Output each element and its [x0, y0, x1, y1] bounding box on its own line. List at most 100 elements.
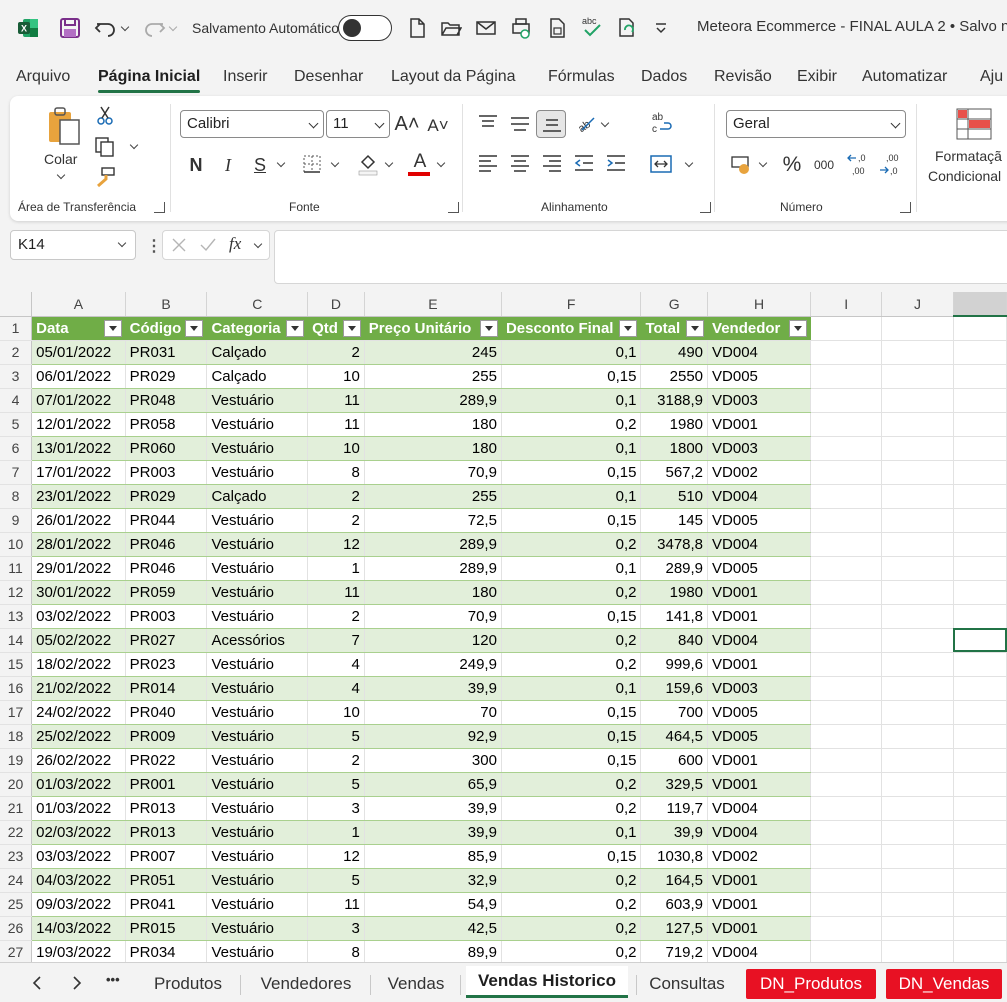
- row-header[interactable]: 3: [0, 364, 33, 389]
- underline-icon[interactable]: S: [248, 152, 272, 178]
- undo-icon[interactable]: [94, 16, 118, 40]
- table-cell[interactable]: 0,1: [501, 820, 642, 845]
- table-cell[interactable]: 127,5: [640, 916, 709, 941]
- table-cell[interactable]: 840: [640, 628, 709, 653]
- row-header[interactable]: 24: [0, 868, 33, 893]
- table-cell[interactable]: 0,2: [501, 412, 642, 437]
- row-header[interactable]: 1: [0, 316, 33, 341]
- refresh-all-icon[interactable]: [616, 16, 640, 40]
- table-cell[interactable]: PR029: [125, 364, 208, 389]
- fx-dropdown-icon[interactable]: [253, 239, 263, 249]
- table-cell[interactable]: 10: [307, 436, 365, 461]
- empty-cell[interactable]: [881, 484, 954, 509]
- row-header[interactable]: 17: [0, 700, 33, 725]
- table-cell[interactable]: VD005: [707, 700, 812, 725]
- empty-cell[interactable]: [810, 412, 883, 437]
- tab-formulas[interactable]: Fórmulas: [548, 68, 615, 86]
- table-cell[interactable]: 0,2: [501, 628, 642, 653]
- fill-color-dropdown-icon[interactable]: [384, 158, 394, 168]
- empty-cell[interactable]: [881, 676, 954, 701]
- table-cell[interactable]: PR029: [125, 484, 208, 509]
- table-cell[interactable]: 0,2: [501, 580, 642, 605]
- table-cell[interactable]: 510: [640, 484, 709, 509]
- table-cell[interactable]: PR058: [125, 412, 208, 437]
- empty-cell[interactable]: [881, 652, 954, 677]
- table-cell[interactable]: 120: [364, 628, 502, 653]
- increase-font-size-icon[interactable]: A˄: [394, 110, 420, 138]
- table-cell[interactable]: Calçado: [206, 484, 309, 509]
- table-cell[interactable]: Vestuário: [206, 652, 309, 677]
- empty-cell[interactable]: [953, 772, 1007, 797]
- table-cell[interactable]: PR007: [125, 844, 208, 869]
- table-cell[interactable]: VD002: [707, 844, 812, 869]
- table-cell[interactable]: 05/01/2022: [31, 340, 126, 365]
- table-cell[interactable]: 2: [307, 604, 365, 629]
- table-cell[interactable]: 289,9: [364, 556, 502, 581]
- table-cell[interactable]: 180: [364, 412, 502, 437]
- column-header-h[interactable]: H: [707, 292, 812, 317]
- decrease-decimal-icon[interactable]: ,00,0: [878, 150, 904, 178]
- table-cell[interactable]: VD003: [707, 676, 812, 701]
- number-format-dropdown[interactable]: Geral: [726, 110, 906, 138]
- tab-desenhar[interactable]: Desenhar: [294, 68, 363, 86]
- empty-cell[interactable]: [881, 916, 954, 941]
- table-cell[interactable]: 04/03/2022: [31, 868, 126, 893]
- table-cell[interactable]: 0,2: [501, 532, 642, 557]
- row-header[interactable]: 10: [0, 532, 33, 557]
- empty-cell[interactable]: [881, 364, 954, 389]
- table-cell[interactable]: 0,15: [501, 604, 642, 629]
- percent-style-icon[interactable]: %: [780, 152, 804, 178]
- table-cell[interactable]: 0,2: [501, 940, 642, 964]
- empty-cell[interactable]: [810, 820, 883, 845]
- paste-icon[interactable]: [46, 106, 82, 146]
- table-cell[interactable]: 10: [307, 700, 365, 725]
- empty-cell[interactable]: [881, 316, 954, 341]
- table-cell[interactable]: PR001: [125, 772, 208, 797]
- row-header[interactable]: 27: [0, 940, 33, 964]
- save-icon[interactable]: [58, 16, 82, 40]
- table-cell[interactable]: 0,15: [501, 700, 642, 725]
- table-cell[interactable]: 4: [307, 652, 365, 677]
- font-launcher-icon[interactable]: [448, 202, 459, 213]
- table-cell[interactable]: PR041: [125, 892, 208, 917]
- cancel-icon[interactable]: [171, 237, 187, 253]
- table-cell[interactable]: 300: [364, 748, 502, 773]
- tab-revisao[interactable]: Revisão: [714, 68, 772, 86]
- table-cell[interactable]: PR046: [125, 532, 208, 557]
- table-cell[interactable]: 719,2: [640, 940, 709, 964]
- table-cell[interactable]: 0,2: [501, 796, 642, 821]
- table-cell[interactable]: 12: [307, 532, 365, 557]
- align-top-icon[interactable]: [478, 114, 498, 130]
- orientation-icon[interactable]: ab: [574, 110, 598, 134]
- empty-cell[interactable]: [953, 556, 1007, 581]
- table-cell[interactable]: 999,6: [640, 652, 709, 677]
- empty-cell[interactable]: [953, 940, 1007, 964]
- copy-dropdown-icon[interactable]: [129, 140, 139, 150]
- font-size-dropdown[interactable]: 11: [326, 110, 390, 138]
- empty-cell[interactable]: [881, 580, 954, 605]
- table-header-cell[interactable]: Desconto Final: [501, 316, 642, 341]
- table-cell[interactable]: Calçado: [206, 364, 309, 389]
- table-cell[interactable]: 70,9: [364, 604, 502, 629]
- format-painter-icon[interactable]: [94, 166, 116, 188]
- empty-cell[interactable]: [953, 628, 1007, 653]
- scroll-right-icon[interactable]: [70, 975, 84, 991]
- empty-cell[interactable]: [881, 868, 954, 893]
- table-cell[interactable]: VD004: [707, 340, 812, 365]
- empty-cell[interactable]: [953, 580, 1007, 605]
- empty-cell[interactable]: [810, 556, 883, 581]
- table-cell[interactable]: 0,1: [501, 340, 642, 365]
- empty-cell[interactable]: [953, 316, 1007, 341]
- table-cell[interactable]: 464,5: [640, 724, 709, 749]
- table-cell[interactable]: Vestuário: [206, 748, 309, 773]
- table-cell[interactable]: VD004: [707, 532, 812, 557]
- empty-cell[interactable]: [953, 412, 1007, 437]
- table-cell[interactable]: 2: [307, 340, 365, 365]
- empty-cell[interactable]: [881, 532, 954, 557]
- table-cell[interactable]: 289,9: [640, 556, 709, 581]
- table-header-cell[interactable]: Vendedor: [707, 316, 812, 341]
- conditional-formatting-icon[interactable]: [956, 108, 992, 140]
- table-cell[interactable]: 0,2: [501, 868, 642, 893]
- empty-cell[interactable]: [881, 628, 954, 653]
- empty-cell[interactable]: [953, 532, 1007, 557]
